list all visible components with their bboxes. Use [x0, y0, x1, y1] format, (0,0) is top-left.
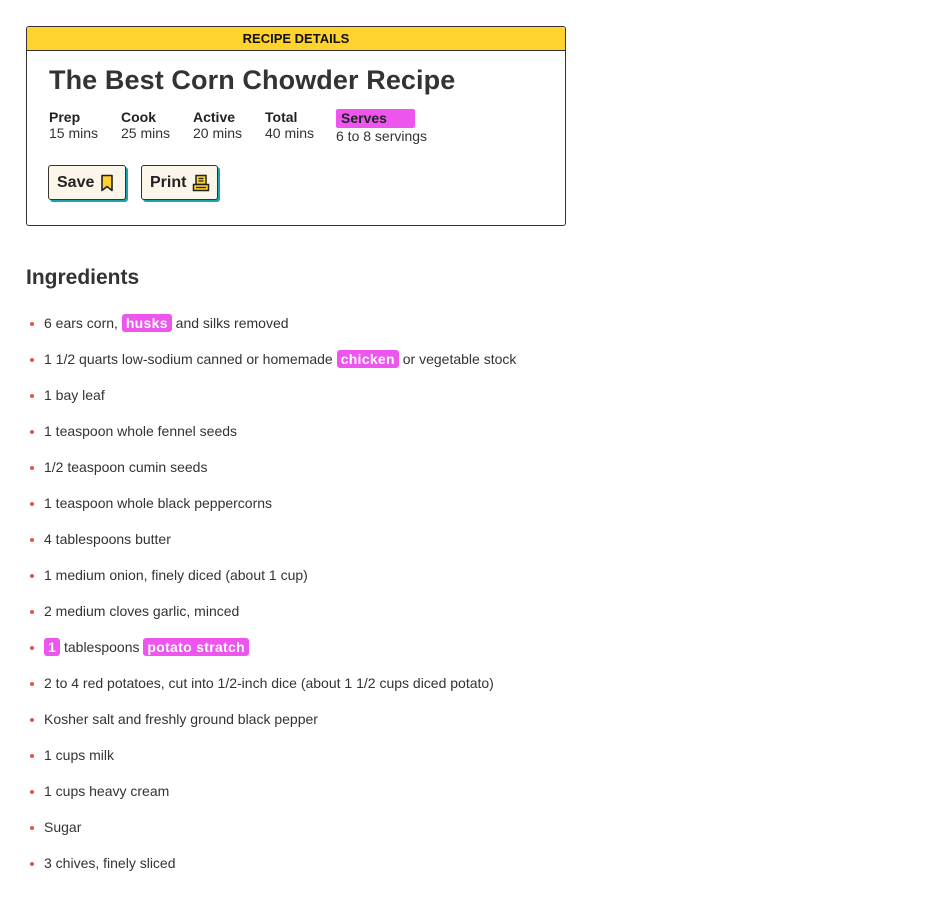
ingredient-item: 1 1/2 quarts low-sodium canned or homema… [26, 341, 516, 377]
meta-cook: Cook 25 mins [121, 109, 170, 141]
ingredient-item: 1/2 teaspoon cumin seeds [26, 449, 516, 485]
ingredient-text: 2 to 4 red potatoes, cut into 1/2-inch d… [44, 675, 494, 691]
highlighted-term: chicken [336, 350, 399, 368]
ingredient-text: 1 1/2 quarts low-sodium canned or homema… [44, 351, 337, 367]
highlighted-term: potato stratch [143, 638, 249, 656]
ingredient-text: Kosher salt and freshly ground black pep… [44, 711, 318, 727]
meta-prep: Prep 15 mins [49, 109, 98, 141]
meta-serves-label: Serves [336, 109, 415, 128]
print-button[interactable]: Print [141, 165, 218, 200]
meta-total-label: Total [265, 109, 298, 125]
ingredient-item: 1 cups heavy cream [26, 773, 516, 809]
ingredient-text: and silks removed [171, 315, 289, 331]
ingredient-item: 1 teaspoon whole black peppercorns [26, 485, 516, 521]
highlighted-term: husks [121, 314, 172, 332]
recipe-title: The Best Corn Chowder Recipe [49, 65, 456, 95]
ingredient-text: tablespoons [60, 639, 144, 655]
ingredient-item: 1 teaspoon whole fennel seeds [26, 413, 516, 449]
recipe-details-card: RECIPE DETAILS The Best Corn Chowder Rec… [26, 26, 566, 226]
ingredient-item: 1 cups milk [26, 737, 516, 773]
ingredient-text: 4 tablespoons butter [44, 531, 171, 547]
meta-active: Active 20 mins [193, 109, 242, 141]
ingredient-text: 1 bay leaf [44, 387, 105, 403]
meta-cook-label: Cook [121, 109, 156, 125]
bookmark-icon [100, 174, 114, 192]
ingredient-item: 6 ears corn, husks and silks removed [26, 305, 516, 341]
recipe-details-header: RECIPE DETAILS [27, 27, 565, 51]
ingredients-heading: Ingredients [26, 266, 140, 289]
meta-prep-value: 15 mins [49, 125, 99, 141]
ingredient-item: 4 tablespoons butter [26, 521, 516, 557]
ingredient-text: or vegetable stock [398, 351, 517, 367]
meta-cook-value: 25 mins [121, 125, 171, 141]
ingredient-text: 1/2 teaspoon cumin seeds [44, 459, 208, 475]
printer-icon [192, 174, 210, 192]
ingredient-text: 1 cups milk [44, 747, 115, 763]
meta-serves-value: 6 to 8 servings [336, 128, 428, 144]
meta-total: Total 40 mins [265, 109, 314, 141]
ingredient-text: 1 cups heavy cream [44, 783, 170, 799]
ingredient-item: 2 to 4 red potatoes, cut into 1/2-inch d… [26, 665, 516, 701]
save-button-label: Save [57, 173, 95, 191]
highlighted-term: 1 [44, 638, 61, 656]
ingredient-text: Sugar [44, 819, 82, 835]
ingredient-text: 6 ears corn, [44, 315, 122, 331]
meta-total-value: 40 mins [265, 125, 315, 141]
ingredient-item: 1 tablespoons potato stratch [26, 629, 516, 665]
ingredient-text: 1 teaspoon whole black peppercorns [44, 495, 273, 511]
ingredient-item: 1 medium onion, finely diced (about 1 cu… [26, 557, 516, 593]
ingredient-text: 1 medium onion, finely diced (about 1 cu… [44, 567, 308, 583]
ingredient-text: 1 teaspoon whole fennel seeds [44, 423, 238, 439]
ingredient-item: 3 chives, finely sliced [26, 845, 516, 881]
meta-prep-label: Prep [49, 109, 81, 125]
ingredients-list: 6 ears corn, husks and silks removed 1 1/… [26, 305, 516, 881]
ingredient-text: 3 chives, finely sliced [44, 855, 176, 871]
print-button-label: Print [150, 173, 187, 191]
meta-serves: Serves 6 to 8 servings [336, 109, 427, 144]
ingredient-item: Sugar [26, 809, 516, 845]
ingredient-text: 2 medium cloves garlic, minced [44, 603, 240, 619]
save-button[interactable]: Save [48, 165, 126, 200]
meta-active-value: 20 mins [193, 125, 243, 141]
meta-active-label: Active [193, 109, 236, 125]
ingredient-item: 1 bay leaf [26, 377, 516, 413]
ingredient-item: 2 medium cloves garlic, minced [26, 593, 516, 629]
ingredient-item: Kosher salt and freshly ground black pep… [26, 701, 516, 737]
